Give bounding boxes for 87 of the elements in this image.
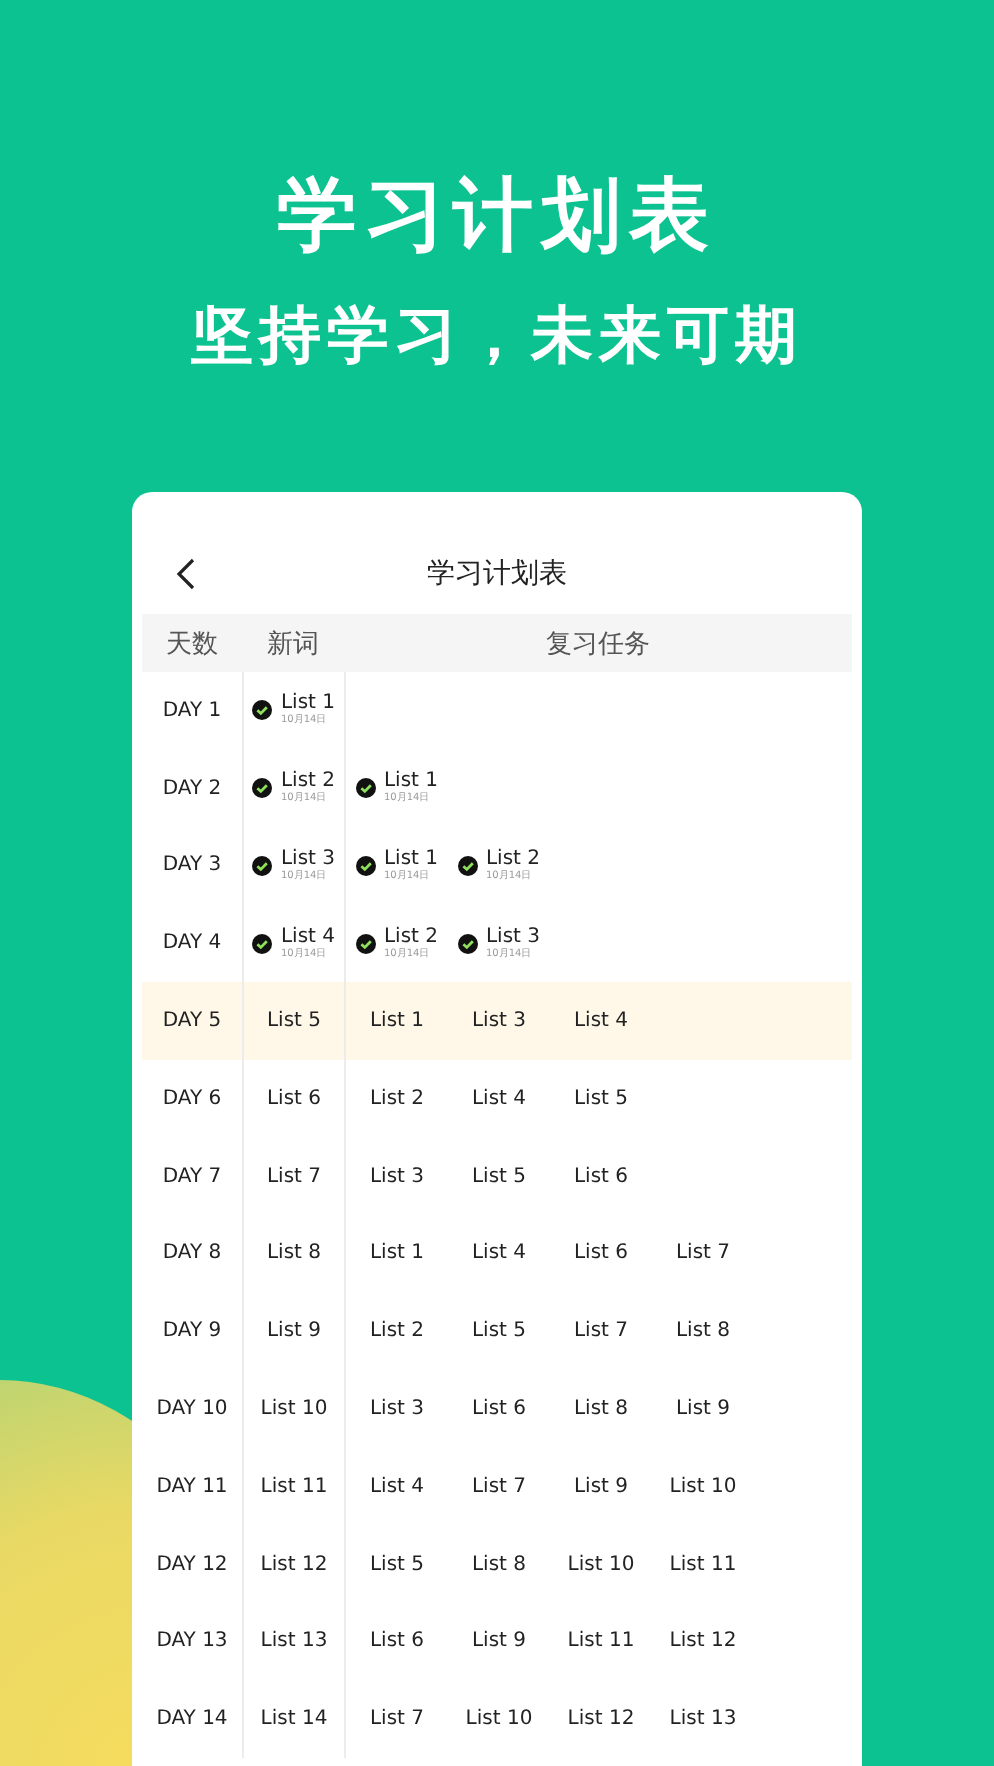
table-row[interactable]: DAY 6 List 6 List 2 List 4 List 5 xyxy=(142,1059,852,1138)
list-label: List 14 xyxy=(260,1708,328,1731)
list-label: List 6 xyxy=(266,1087,322,1110)
list-label: List 4 xyxy=(471,1087,527,1110)
list-label: List 4 xyxy=(280,925,336,948)
column-header: 新词 xyxy=(265,627,321,661)
screen-title: 学习计划表 xyxy=(427,556,567,592)
list-label: List 5 xyxy=(573,1087,629,1110)
day-label: DAY 13 xyxy=(156,1630,228,1653)
list-label: List 6 xyxy=(573,1165,629,1188)
list-label: List 2 xyxy=(369,1087,425,1110)
column-header: 复习任务 xyxy=(544,627,652,661)
table-row[interactable]: DAY 7 List 7 List 3 List 5 List 6 xyxy=(142,1137,852,1216)
list-label: List 1 xyxy=(280,692,336,715)
list-label: List 13 xyxy=(669,1708,737,1731)
list-label: List 2 xyxy=(383,925,439,948)
list-label: List 9 xyxy=(675,1398,731,1421)
list-label: List 9 xyxy=(573,1475,629,1498)
list-label: List 1 xyxy=(369,1242,425,1265)
list-label: List 3 xyxy=(369,1398,425,1421)
table-row[interactable]: DAY 5 List 5 List 1 List 3 List 4 xyxy=(142,982,852,1060)
day-label: DAY 4 xyxy=(162,932,222,955)
list-label: List 7 xyxy=(675,1242,731,1265)
list-label: List 9 xyxy=(266,1320,322,1343)
table-row[interactable]: DAY 8 List 8 List 1 List 4 List 6 List 7 xyxy=(142,1215,852,1293)
list-label: List 7 xyxy=(369,1708,425,1731)
list-label: List 8 xyxy=(573,1398,629,1421)
day-label: DAY 6 xyxy=(162,1087,222,1110)
list-label: List 6 xyxy=(369,1630,425,1653)
list-label: List 11 xyxy=(567,1630,635,1653)
list-label: List 8 xyxy=(471,1553,527,1576)
column-header: 天数 xyxy=(164,627,220,661)
day-label: DAY 14 xyxy=(156,1708,228,1731)
list-label: List 5 xyxy=(369,1553,425,1576)
list-label: List 4 xyxy=(573,1010,629,1033)
list-label: List 9 xyxy=(471,1630,527,1653)
list-label: List 5 xyxy=(266,1010,322,1033)
table-row[interactable]: DAY 10 List 10 List 3 List 6 List 8 List 9 xyxy=(142,1370,852,1448)
list-label: List 10 xyxy=(260,1398,328,1421)
list-label: List 5 xyxy=(471,1165,527,1188)
subheadline: 坚持学习，未来可期 xyxy=(189,298,805,376)
table-row[interactable]: DAY 14 List 14 List 7 List 10 List 12 List 13 xyxy=(142,1680,852,1759)
list-label: List 1 xyxy=(369,1010,425,1033)
list-label: List 3 xyxy=(471,1010,527,1033)
list-label: List 5 xyxy=(471,1320,527,1343)
list-label: List 7 xyxy=(266,1165,322,1188)
day-label: DAY 8 xyxy=(162,1242,222,1265)
list-label: List 8 xyxy=(266,1242,322,1265)
list-label: List 3 xyxy=(369,1165,425,1188)
list-label: List 6 xyxy=(573,1242,629,1265)
table-row[interactable]: DAY 9 List 9 List 2 List 5 List 7 List 8 xyxy=(142,1292,852,1371)
list-label: List 11 xyxy=(669,1553,737,1576)
list-label: List 8 xyxy=(675,1320,731,1343)
list-label: List 10 xyxy=(567,1553,635,1576)
day-label: DAY 11 xyxy=(156,1475,228,1498)
list-label: List 7 xyxy=(573,1320,629,1343)
table-row[interactable]: DAY 12 List 12 List 5 List 8 List 10 List 11 xyxy=(142,1525,852,1604)
list-label: List 7 xyxy=(471,1475,527,1498)
day-label: DAY 9 xyxy=(162,1320,222,1343)
day-label: DAY 2 xyxy=(162,777,222,800)
list-label: List 1 xyxy=(383,847,439,870)
list-label: List 6 xyxy=(471,1398,527,1421)
day-label: DAY 7 xyxy=(162,1165,222,1188)
list-label: List 3 xyxy=(280,847,336,870)
list-label: List 11 xyxy=(260,1475,328,1498)
list-label: List 4 xyxy=(369,1475,425,1498)
table-row[interactable]: DAY 13 List 13 List 6 List 9 List 11 List 12 xyxy=(142,1603,852,1681)
list-label: List 2 xyxy=(280,770,336,793)
day-label: DAY 10 xyxy=(156,1398,228,1421)
list-label: List 12 xyxy=(669,1630,737,1653)
list-label: List 12 xyxy=(567,1708,635,1731)
list-label: List 3 xyxy=(485,925,541,948)
table-row[interactable]: DAY 11 List 11 List 4 List 7 List 9 List 10 xyxy=(142,1447,852,1526)
day-label: DAY 3 xyxy=(162,854,222,877)
list-label: List 2 xyxy=(485,847,541,870)
day-label: DAY 1 xyxy=(162,699,222,722)
list-label: List 10 xyxy=(669,1475,737,1498)
back-icon[interactable] xyxy=(176,558,196,590)
list-label: List 12 xyxy=(260,1553,328,1576)
list-label: List 2 xyxy=(369,1320,425,1343)
list-label: List 1 xyxy=(383,770,439,793)
list-label: List 13 xyxy=(260,1630,328,1653)
list-label: List 4 xyxy=(471,1242,527,1265)
list-label: List 10 xyxy=(465,1708,533,1731)
day-label: DAY 12 xyxy=(156,1553,228,1576)
day-label: DAY 5 xyxy=(162,1010,222,1033)
headline: 学习计划表 xyxy=(275,168,719,264)
